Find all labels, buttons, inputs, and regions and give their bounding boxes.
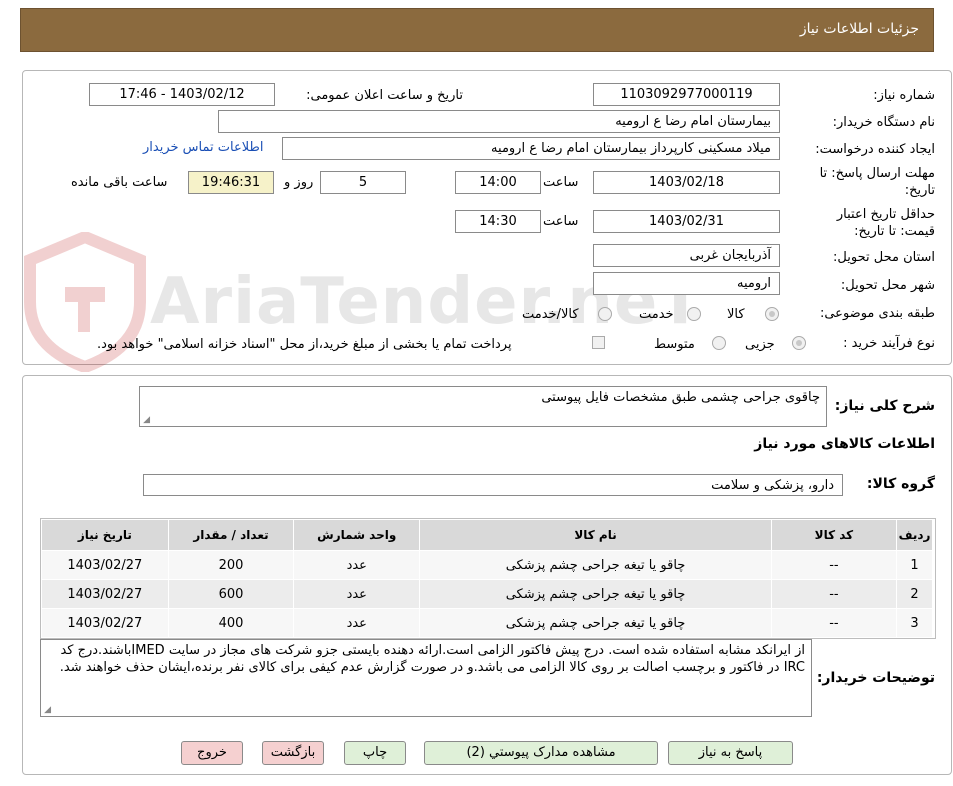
validity-date-field: 1403/02/31 <box>593 210 780 233</box>
process-label: نوع فرآیند خرید : <box>843 336 935 351</box>
category-goods-label: کالا <box>727 307 745 322</box>
remaining-time-label: ساعت باقی مانده <box>71 175 168 190</box>
buyer-notes-field: از ایرانکد مشابه استفاده شده است. درج پی… <box>40 639 812 717</box>
cell-quantity: 200 <box>167 550 295 580</box>
buyer-notes-label: توضیحات خریدار: <box>816 670 935 686</box>
col-header-date: تاریخ نیاز <box>41 519 169 551</box>
category-radio-service[interactable] <box>687 307 701 321</box>
process-medium-label: متوسط <box>654 337 695 352</box>
validity-time-field: 14:30 <box>455 210 541 233</box>
announce-label: تاریخ و ساعت اعلان عمومی: <box>306 88 463 103</box>
table-row: 1 -- چاقو یا تیغه جراحی چشم پزشکی عدد 20… <box>41 550 933 580</box>
cell-name: چاقو یا تیغه جراحی چشم پزشکی <box>419 579 772 609</box>
summary-label: شرح کلی نیاز: <box>834 398 935 414</box>
process-radio-minor[interactable] <box>792 336 806 350</box>
need-number-label: شماره نیاز: <box>873 88 935 103</box>
cell-name: چاقو یا تیغه جراحی چشم پزشکی <box>419 608 772 638</box>
deadline-label: مهلت ارسال پاسخ: تا تاریخ: <box>820 165 935 199</box>
requester-field: میلاد مسکینی کارپرداز بیمارستان امام رضا… <box>282 137 780 160</box>
days-remaining-field: 5 <box>320 171 406 194</box>
col-header-code: کد کالا <box>770 519 898 551</box>
process-radio-medium[interactable] <box>712 336 726 350</box>
back-button[interactable]: بازگشت <box>262 741 324 765</box>
summary-field: چاقوی جراحی چشمی طبق مشخصات فایل پیوستی … <box>139 386 827 427</box>
summary-text: چاقوی جراحی چشمی طبق مشخصات فایل پیوستی <box>541 390 820 405</box>
days-label: روز و <box>284 175 314 190</box>
col-header-unit: واحد شمارش <box>293 519 421 551</box>
buyer-contact-link[interactable]: اطلاعات تماس خریدار <box>143 140 263 155</box>
cell-date: 1403/02/27 <box>41 550 169 580</box>
goods-group-label: گروه کالا: <box>866 476 935 492</box>
view-attachments-button[interactable]: مشاهده مدارک پیوستي (2) <box>424 741 658 765</box>
cell-code: -- <box>770 608 898 638</box>
page-title: جزئیات اطلاعات نیاز <box>799 21 919 37</box>
category-service-label: خدمت <box>639 307 674 322</box>
process-minor-label: جزیی <box>745 337 775 352</box>
cell-quantity: 600 <box>167 579 295 609</box>
buyer-org-field: بیمارستان امام رضا ع ارومیه <box>218 110 780 133</box>
validity-time-label: ساعت <box>543 214 579 229</box>
cell-name: چاقو یا تیغه جراحی چشم پزشکی <box>419 550 772 580</box>
remaining-time-field: 19:46:31 <box>188 171 274 194</box>
page-header: جزئیات اطلاعات نیاز <box>20 8 934 52</box>
announce-datetime-field: 1403/02/12 - 17:46 <box>89 83 275 106</box>
cell-date: 1403/02/27 <box>41 579 169 609</box>
validity-label-line2: قیمت: تا تاریخ: <box>854 224 935 239</box>
buyer-notes-text: از ایرانکد مشابه استفاده شده است. درج پی… <box>59 643 805 675</box>
cell-row-number: 1 <box>896 550 933 580</box>
treasury-payment-checkbox[interactable] <box>592 336 605 349</box>
category-radio-goods[interactable] <box>765 307 779 321</box>
cell-row-number: 2 <box>896 579 933 609</box>
province-field: آذربایجان غربی <box>593 244 780 267</box>
cell-code: -- <box>770 550 898 580</box>
resize-handle-icon: ◢ <box>44 705 51 715</box>
deadline-label-line2: تاریخ: <box>904 183 935 198</box>
respond-button[interactable]: پاسخ به نیاز <box>668 741 793 765</box>
deadline-time-label: ساعت <box>543 175 579 190</box>
table-header-row: ردیف کد کالا نام کالا واحد شمارش تعداد /… <box>41 519 933 551</box>
need-number-field: 1103092977000119 <box>593 83 780 106</box>
goods-info-title: اطلاعات کالاهای مورد نیاز <box>754 436 935 452</box>
deadline-date-field: 1403/02/18 <box>593 171 780 194</box>
col-header-quantity: تعداد / مقدار <box>167 519 295 551</box>
cell-row-number: 3 <box>896 608 933 638</box>
city-label: شهر محل تحویل: <box>840 278 935 293</box>
province-label: استان محل تحویل: <box>833 250 935 265</box>
cell-code: -- <box>770 579 898 609</box>
resize-handle-icon: ◢ <box>143 415 150 425</box>
requester-label: ایجاد کننده درخواست: <box>815 142 935 157</box>
cell-unit: عدد <box>293 579 421 609</box>
table-row: 2 -- چاقو یا تیغه جراحی چشم پزشکی عدد 60… <box>41 579 933 609</box>
deadline-time-field: 14:00 <box>455 171 541 194</box>
validity-label: حداقل تاریخ اعتبار قیمت: تا تاریخ: <box>837 206 935 240</box>
treasury-payment-note: پرداخت تمام یا بخشی از مبلغ خرید،از محل … <box>97 337 512 352</box>
cell-unit: عدد <box>293 608 421 638</box>
cell-date: 1403/02/27 <box>41 608 169 638</box>
buyer-org-label: نام دستگاه خریدار: <box>832 115 935 130</box>
category-radio-goods-service[interactable] <box>598 307 612 321</box>
items-table-wrap: ردیف کد کالا نام کالا واحد شمارش تعداد /… <box>40 518 936 639</box>
print-button[interactable]: چاپ <box>344 741 406 765</box>
cell-unit: عدد <box>293 550 421 580</box>
deadline-label-line1: مهلت ارسال پاسخ: تا <box>819 166 935 181</box>
col-header-row-number: ردیف <box>896 519 933 551</box>
validity-label-line1: حداقل تاریخ اعتبار <box>836 207 935 222</box>
category-label: طبقه بندی موضوعی: <box>819 306 935 321</box>
table-row: 3 -- چاقو یا تیغه جراحی چشم پزشکی عدد 40… <box>41 608 933 638</box>
items-table: ردیف کد کالا نام کالا واحد شمارش تعداد /… <box>41 519 933 638</box>
exit-button[interactable]: خروج <box>181 741 243 765</box>
cell-quantity: 400 <box>167 608 295 638</box>
city-field: ارومیه <box>593 272 780 295</box>
col-header-name: نام کالا <box>419 519 772 551</box>
category-goods-service-label: کالا/خدمت <box>522 307 579 322</box>
goods-group-field: دارو، پزشکی و سلامت <box>143 474 843 496</box>
